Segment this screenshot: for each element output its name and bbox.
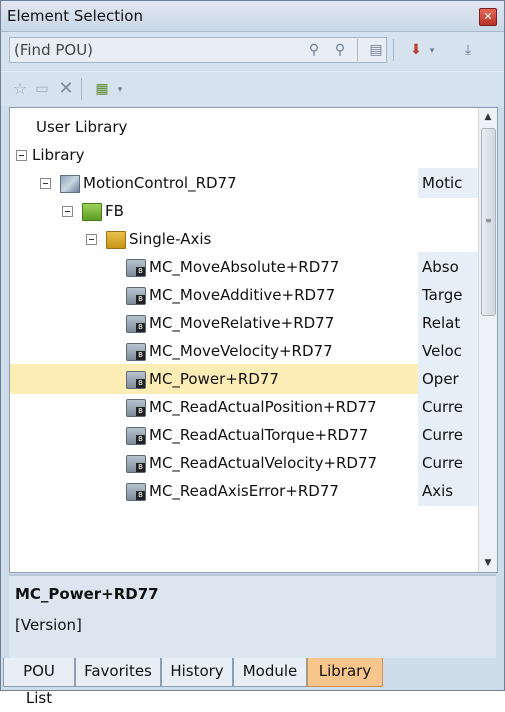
tab-pou-list[interactable]: POU List [3, 658, 75, 707]
binoculars-icon[interactable]: ⚲ [303, 39, 325, 61]
tree-row-fb-item[interactable]: MC_ReadActualVelocity+RD77 Curre [10, 448, 478, 478]
favorites-toolbar: ☆ ▭ ✕ ▦ ▾ [1, 71, 504, 106]
window-title: Element Selection [7, 7, 143, 25]
tree-row-user-library[interactable]: User Library [10, 112, 478, 142]
find-toolbar: (Find POU) ⚲ ⚲ ▤ ⬇ ▾ ⤓ [1, 32, 504, 70]
x-icon[interactable]: ✕ [55, 78, 77, 100]
tree-description: Motic [418, 168, 478, 198]
title-bar: Element Selection ✕ [1, 1, 504, 32]
tree-label: MC_MoveRelative+RD77 [149, 314, 335, 332]
clear-filter-icon[interactable]: ⤓ [457, 39, 479, 61]
tab-favorites[interactable]: Favorites [75, 658, 161, 687]
library-icon [60, 175, 80, 193]
tree-row-fb-item[interactable]: MC_MoveAbsolute+RD77 Abso [10, 252, 478, 282]
bottom-tab-bar: POU List Favorites History Module Librar… [1, 658, 504, 707]
close-icon[interactable]: ✕ [479, 8, 497, 26]
folder-icon[interactable]: ▭ [31, 78, 53, 100]
function-block-icon [126, 399, 146, 417]
tree-label: Library [32, 146, 85, 164]
tree-row-fb-item[interactable]: MC_MoveAdditive+RD77 Targe [10, 280, 478, 310]
grip-icon: ≡ [485, 216, 492, 225]
function-block-icon [126, 287, 146, 305]
tree-label: MC_MoveAdditive+RD77 [149, 286, 336, 304]
collapse-icon[interactable] [16, 150, 27, 161]
tree-description: Curre [418, 448, 478, 478]
library-tree: User Library Library MotionControl_RD77 … [9, 107, 498, 573]
fb-folder-icon [82, 203, 102, 221]
window-layout-icon[interactable]: ▤ [365, 39, 387, 61]
selection-info-panel: MC_Power+RD77 [Version] [9, 574, 496, 658]
element-selection-window: Element Selection ✕ (Find POU) ⚲ ⚲ ▤ ⬇ ▾… [0, 0, 505, 707]
tree-row-library[interactable]: Library [10, 140, 478, 170]
tree-description: Curre [418, 420, 478, 450]
collapse-icon[interactable] [62, 206, 73, 217]
function-block-icon [126, 483, 146, 501]
function-block-icon [126, 455, 146, 473]
scroll-down-icon[interactable]: ▼ [479, 554, 497, 572]
tree-label: User Library [36, 118, 128, 136]
tree-row-fb[interactable]: FB [10, 196, 478, 226]
tree-label: Single-Axis [129, 230, 212, 248]
vertical-scrollbar[interactable]: ▲ ≡ ▼ [478, 108, 497, 572]
tree-row-fb-item[interactable]: MC_ReadAxisError+RD77 Axis [10, 476, 478, 506]
function-block-icon [126, 259, 146, 277]
tree-description: Axis [418, 476, 478, 506]
chevron-down-icon[interactable]: ▾ [109, 79, 131, 101]
tree-label: FB [105, 202, 124, 220]
tree-description: Relat [418, 308, 478, 338]
scroll-up-icon[interactable]: ▲ [479, 108, 497, 126]
star-icon[interactable]: ☆ [9, 78, 31, 100]
scrollbar-thumb[interactable]: ≡ [481, 128, 496, 316]
tree-description: Veloc [418, 336, 478, 366]
tree-description: Oper [418, 364, 478, 394]
toolbar-separator [81, 78, 82, 100]
tree-label: MC_MoveVelocity+RD77 [149, 342, 333, 360]
tree-description: Curre [418, 392, 478, 422]
tree-label: MC_ReadActualPosition+RD77 [149, 398, 377, 416]
collapse-icon[interactable] [86, 234, 97, 245]
tab-library[interactable]: Library [307, 658, 383, 687]
toolbar-separator [357, 39, 358, 61]
toolbar-separator [393, 39, 394, 61]
function-block-icon [126, 315, 146, 333]
tree-description: Targe [418, 280, 478, 310]
tree-label: MC_MoveAbsolute+RD77 [149, 258, 340, 276]
tree-row-motion-control[interactable]: MotionControl_RD77 Motic [10, 168, 478, 198]
tree-label: MC_ReadAxisError+RD77 [149, 482, 339, 500]
tree-row-fb-item[interactable]: MC_ReadActualTorque+RD77 Curre [10, 420, 478, 450]
tree-row-fb-item-selected[interactable]: MC_Power+RD77 Oper [10, 364, 478, 394]
selected-element-name: MC_Power+RD77 [15, 585, 159, 603]
tree-row-single-axis[interactable]: Single-Axis [10, 224, 478, 254]
tree-label: MC_Power+RD77 [149, 370, 279, 388]
function-block-icon [126, 371, 146, 389]
tree-row-fb-item[interactable]: MC_ReadActualPosition+RD77 Curre [10, 392, 478, 422]
folder-icon [106, 231, 126, 249]
function-block-icon [126, 427, 146, 445]
tab-module[interactable]: Module [233, 658, 307, 687]
tree-label: MC_ReadActualVelocity+RD77 [149, 454, 378, 472]
tree-row-fb-item[interactable]: MC_MoveRelative+RD77 Relat [10, 308, 478, 338]
tab-history[interactable]: History [161, 658, 233, 687]
tree-description: Abso [418, 252, 478, 282]
selected-element-version: [Version] [15, 616, 82, 634]
tree-row-fb-item[interactable]: MC_MoveVelocity+RD77 Veloc [10, 336, 478, 366]
tree-label: MotionControl_RD77 [83, 174, 237, 192]
collapse-icon[interactable] [40, 178, 51, 189]
binoculars-back-icon[interactable]: ⚲ [329, 39, 351, 61]
chevron-down-icon[interactable]: ▾ [421, 40, 443, 62]
function-block-icon [126, 343, 146, 361]
tree-label: MC_ReadActualTorque+RD77 [149, 426, 369, 444]
